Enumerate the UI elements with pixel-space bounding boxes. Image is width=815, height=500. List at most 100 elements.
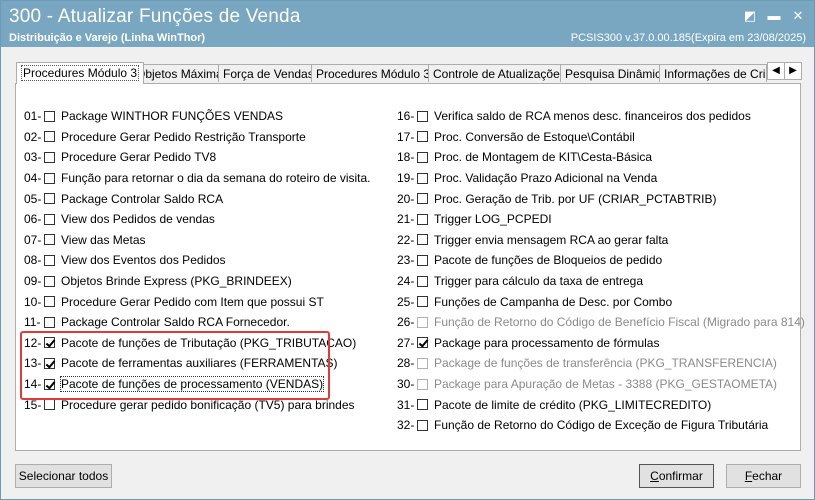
checkbox-row[interactable]: 16- Verifica saldo de RCA menos desc. fin… — [397, 106, 805, 127]
checkbox-row[interactable]: 04- Função para retornar o dia da semana … — [24, 168, 371, 189]
tab-pesquisa-dinamica[interactable]: Pesquisa Dinâmica — [560, 64, 673, 82]
item-number: 17- — [397, 129, 415, 144]
tab-procedures-modulo-33[interactable]: Procedures Módulo 33 — [311, 64, 442, 82]
checkbox-row[interactable]: 30- Package para Apuração de Metas - 3388… — [397, 374, 805, 395]
confirm-button[interactable]: Confirmar — [639, 464, 714, 488]
checkbox[interactable] — [44, 296, 55, 308]
item-number: 16- — [397, 109, 415, 124]
checkbox-label: View das Metas — [61, 232, 146, 247]
tab-scroll-left-icon[interactable]: ◀ — [767, 62, 785, 80]
checkbox-row[interactable]: 32- Função de Retorno do Código de Exceçã… — [397, 415, 805, 436]
checkbox[interactable] — [417, 193, 428, 205]
item-number: 02- — [24, 129, 42, 144]
checkbox-label: Pacote de funções de Bloqueios de pedido — [434, 253, 663, 268]
item-number: 25- — [397, 294, 415, 309]
checkbox[interactable] — [44, 151, 55, 163]
close-label: echar — [752, 469, 783, 483]
checkbox-row[interactable]: 01- Package WINTHOR FUNÇÕES VENDAS — [24, 106, 371, 127]
item-number: 28- — [397, 356, 415, 371]
checkbox-label: Trigger LOG_PCPEDI — [434, 212, 552, 227]
checkbox-label: Package para Apuração de Metas - 3388 (P… — [434, 377, 778, 392]
checkbox-label: Package WINTHOR FUNÇÕES VENDAS — [61, 109, 284, 124]
checkbox[interactable] — [44, 254, 55, 266]
tab-controle-de-atualizacoes[interactable]: Controle de Atualizações — [428, 64, 571, 82]
checkbox-row[interactable]: 22- Trigger envia mensagem RCA ao gerar f… — [397, 230, 805, 251]
checkbox[interactable] — [417, 337, 428, 349]
tab-procedures-modulo-3[interactable]: Procedures Módulo 3 — [16, 62, 145, 84]
checkbox[interactable] — [417, 131, 428, 143]
checkbox-label: Proc. Geração de Trib. por UF (CRIAR_PCT… — [434, 191, 717, 206]
checkbox-row[interactable]: 23- Pacote de funções de Bloqueios de ped… — [397, 250, 805, 271]
checkbox[interactable] — [417, 110, 428, 122]
checkbox-row[interactable]: 25- Funções de Campanha de Desc. por Comb… — [397, 291, 805, 312]
close-button[interactable]: Fechar — [726, 464, 801, 488]
checkbox[interactable] — [417, 234, 428, 246]
checkbox[interactable] — [417, 151, 428, 163]
checkbox[interactable] — [44, 399, 55, 411]
checkbox — [417, 378, 428, 390]
checkbox-row[interactable]: 26- Função de Retorno do Código de Benefí… — [397, 312, 805, 333]
tab-scroll-right-icon[interactable]: ▶ — [784, 62, 802, 80]
item-number: 11- — [24, 315, 41, 330]
checkbox-label: Função de Retorno do Código de Benefício… — [434, 315, 805, 330]
checkbox-row[interactable]: 21- Trigger LOG_PCPEDI — [397, 209, 805, 230]
tab-forca-de-vendas[interactable]: Força de Vendas — [218, 64, 319, 82]
checkbox[interactable] — [44, 172, 55, 184]
checkbox[interactable] — [417, 296, 428, 308]
checkbox-label: Proc. de Montagem de KIT\Cesta-Básica — [434, 150, 653, 165]
checkbox-row[interactable]: 17- Proc. Conversão de Estoque\Contábil — [397, 127, 805, 148]
checkbox[interactable] — [417, 213, 428, 225]
window-controls: ◩ ▬ ✕ — [740, 7, 808, 25]
checkbox-row[interactable]: 02- Procedure Gerar Pedido Restrição Tran… — [24, 127, 371, 148]
checkbox-row[interactable]: 27- Package para processamento de fórmula… — [397, 333, 805, 354]
checkbox[interactable] — [44, 193, 55, 205]
highlight-box — [20, 331, 330, 400]
checkbox[interactable] — [417, 275, 428, 287]
checkbox-row[interactable]: 19- Proc. Validação Prazo Adicional na Ve… — [397, 168, 805, 189]
item-number: 06- — [24, 212, 42, 227]
restore-icon[interactable]: ◩ — [740, 7, 760, 25]
checkbox-row[interactable]: 24- Trigger para cálculo da taxa de entre… — [397, 271, 805, 292]
checkbox[interactable] — [417, 254, 428, 266]
tab-objetos-maxima[interactable]: Objetos Máxima — [131, 64, 228, 82]
checkbox-row[interactable]: 07- View das Metas — [24, 230, 371, 251]
item-number: 08- — [24, 253, 42, 268]
confirm-label: onfirmar — [658, 469, 703, 483]
checkbox[interactable] — [417, 419, 428, 431]
item-number: 24- — [397, 274, 415, 289]
tab-informacoes-de-criacao[interactable]: Informações de Criaç — [659, 64, 767, 82]
minimize-icon[interactable]: ▬ — [764, 7, 784, 25]
checkbox-row[interactable]: 10- Procedure Gerar Pedido com Item que p… — [24, 291, 371, 312]
checkbox[interactable] — [44, 275, 55, 287]
checkbox-row[interactable]: 31- Pacote de limite de crédito (PKG_LIMI… — [397, 394, 805, 415]
window-title: 300 - Atualizar Funções de Venda — [9, 6, 301, 27]
checkbox-label: Proc. Conversão de Estoque\Contábil — [434, 129, 635, 144]
checkbox[interactable] — [44, 131, 55, 143]
checkbox-label: Função para retornar o dia da semana do … — [61, 171, 371, 186]
checkbox-row[interactable]: 28- Package de funções de transferência (… — [397, 353, 805, 374]
checkbox-label: View dos Pedidos de vendas — [61, 212, 215, 227]
item-number: 23- — [397, 253, 415, 268]
item-number: 30- — [397, 377, 415, 392]
item-number: 19- — [397, 171, 415, 186]
checkbox-row[interactable]: 09- Objetos Brinde Express (PKG_BRINDEEX) — [24, 271, 371, 292]
checkbox-row[interactable]: 05- Package Controlar Saldo RCA — [24, 188, 371, 209]
checkbox[interactable] — [44, 110, 55, 122]
checkbox-row[interactable]: 03- Procedure Gerar Pedido TV8 — [24, 147, 371, 168]
checkbox[interactable] — [417, 399, 428, 411]
checkbox-row[interactable]: 06- View dos Pedidos de vendas — [24, 209, 371, 230]
checkbox[interactable] — [44, 234, 55, 246]
checkbox[interactable] — [44, 316, 55, 328]
checkbox[interactable] — [44, 213, 55, 225]
item-number: 27- — [397, 335, 415, 350]
close-icon[interactable]: ✕ — [788, 7, 808, 25]
checkbox[interactable] — [417, 172, 428, 184]
right-checkbox-column: 16- Verifica saldo de RCA menos desc. fin… — [397, 106, 805, 436]
select-all-button[interactable]: Selecionar todos — [15, 464, 112, 488]
checkbox-row[interactable]: 18- Proc. de Montagem de KIT\Cesta-Básica — [397, 147, 805, 168]
checkbox-row[interactable]: 20- Proc. Geração de Trib. por UF (CRIAR_… — [397, 188, 805, 209]
item-number: 21- — [397, 212, 415, 227]
checkbox-row[interactable]: 11- Package Controlar Saldo RCA Fornecedo… — [24, 312, 371, 333]
checkbox-label: Procedure Gerar Pedido TV8 — [61, 150, 217, 165]
checkbox-row[interactable]: 08- View dos Eventos dos Pedidos — [24, 250, 371, 271]
